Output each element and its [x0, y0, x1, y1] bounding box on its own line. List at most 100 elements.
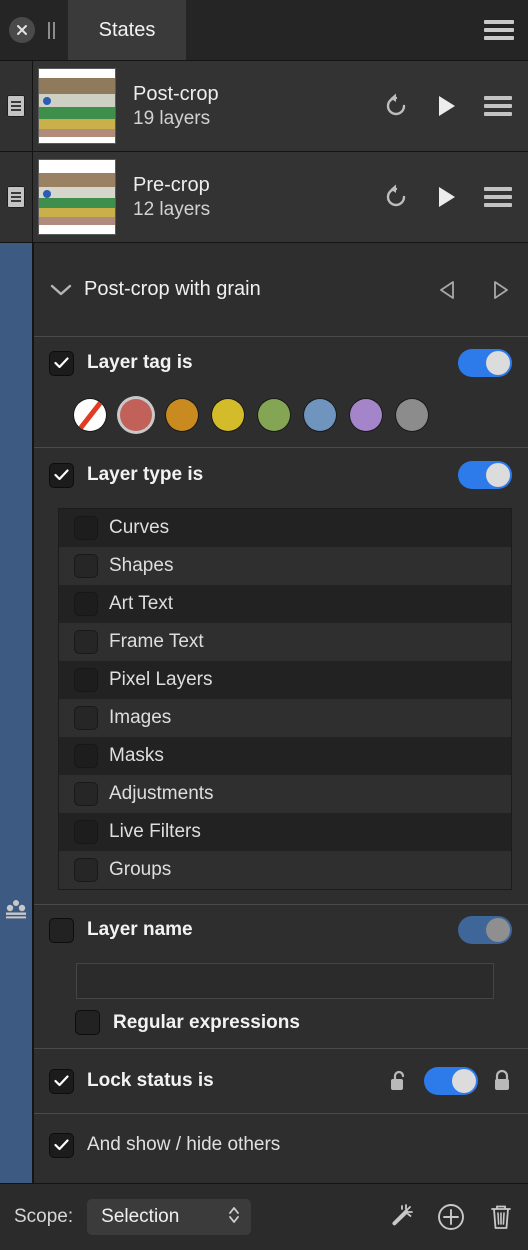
document-icon[interactable]	[7, 95, 25, 117]
list-item[interactable]: Groups	[59, 851, 511, 889]
stepper-updown-icon[interactable]	[227, 1203, 241, 1232]
layer-type-item-checkbox[interactable]	[75, 555, 97, 577]
play-icon[interactable]	[436, 185, 458, 209]
section-layer-name: Layer name Regular expressions	[34, 905, 528, 1049]
tab-states-label: States	[98, 18, 156, 41]
state-thumbnail	[39, 69, 115, 143]
trash-icon[interactable]	[488, 1202, 514, 1232]
states-panel: States Post-crop 19 layers Pre-crop 12 l…	[0, 0, 528, 1250]
lock-icon[interactable]	[492, 1069, 512, 1093]
tag-swatch-none[interactable]	[74, 399, 106, 431]
layer-type-item-checkbox[interactable]	[75, 707, 97, 729]
list-item-label: Shapes	[109, 555, 174, 576]
tag-swatch-green[interactable]	[258, 399, 290, 431]
filter-panel: Post-crop with grain Layer tag is Layer …	[33, 243, 528, 1183]
list-item[interactable]: Images	[59, 699, 511, 737]
hamburger-menu-icon[interactable]	[484, 96, 512, 116]
tag-swatch-purple[interactable]	[350, 399, 382, 431]
list-item[interactable]: Pixel Layers	[59, 661, 511, 699]
footer-actions	[386, 1202, 514, 1232]
state-title: Pre-crop	[133, 174, 210, 196]
panel-body: Post-crop with grain Layer tag is Layer …	[0, 243, 528, 1183]
layer-type-list: Curves Shapes Art Text Frame Text Pixel …	[58, 508, 512, 890]
regex-row: Regular expressions	[50, 1007, 512, 1048]
list-item-label: Pixel Layers	[109, 669, 213, 690]
list-item[interactable]: Shapes	[59, 547, 511, 585]
pause-grip-icon[interactable]	[48, 21, 55, 39]
hamburger-menu-icon[interactable]	[484, 187, 512, 207]
plus-circle-icon[interactable]	[436, 1202, 466, 1232]
section-layer-tag: Layer tag is	[34, 337, 528, 448]
tab-states[interactable]: States	[68, 0, 186, 60]
hamburger-menu-icon[interactable]	[484, 20, 514, 40]
triangle-left-icon[interactable]	[436, 278, 460, 302]
scope-select[interactable]: Selection	[87, 1199, 252, 1235]
people-group-icon[interactable]	[5, 898, 27, 925]
state-actions	[382, 92, 512, 120]
restore-arrow-icon[interactable]	[382, 183, 410, 211]
layer-type-toggle[interactable]	[458, 461, 512, 489]
magic-wand-icon[interactable]	[386, 1203, 414, 1231]
title-bar: States	[0, 0, 528, 61]
layer-type-item-checkbox[interactable]	[75, 631, 97, 653]
list-item[interactable]: Art Text	[59, 585, 511, 623]
unlock-icon[interactable]	[388, 1069, 410, 1093]
left-rail	[0, 243, 33, 1183]
lock-status-toggle[interactable]	[424, 1067, 478, 1095]
lock-status-controls	[388, 1067, 512, 1095]
layer-tag-toggle[interactable]	[458, 349, 512, 377]
layer-type-item-checkbox[interactable]	[75, 783, 97, 805]
play-icon[interactable]	[436, 94, 458, 118]
show-hide-others-label: And show / hide others	[87, 1134, 281, 1155]
list-item-label: Curves	[109, 517, 170, 538]
list-item[interactable]: Frame Text	[59, 623, 511, 661]
list-item[interactable]: Adjustments	[59, 775, 511, 813]
state-row[interactable]: Post-crop 19 layers	[0, 61, 528, 152]
section-lock-status: Lock status is	[34, 1049, 528, 1114]
list-item-label: Images	[109, 707, 172, 728]
layer-type-item-checkbox[interactable]	[75, 821, 97, 843]
layer-tag-label: Layer tag is	[87, 352, 193, 373]
layer-type-label: Layer type is	[87, 464, 204, 485]
tag-swatch-gray[interactable]	[396, 399, 428, 431]
tag-swatch-blue[interactable]	[304, 399, 336, 431]
regular-expressions-checkbox[interactable]	[76, 1011, 99, 1034]
state-title: Post-crop	[133, 83, 219, 105]
layer-type-item-checkbox[interactable]	[75, 517, 97, 539]
show-hide-others-checkbox[interactable]	[50, 1133, 73, 1157]
state-text: Pre-crop 12 layers	[133, 175, 382, 219]
state-rail	[0, 152, 33, 242]
lock-status-checkbox[interactable]	[50, 1069, 73, 1093]
layer-type-item-checkbox[interactable]	[75, 859, 97, 881]
layer-name-toggle[interactable]	[458, 916, 512, 944]
scope-select-value: Selection	[101, 1206, 180, 1227]
tag-swatch-yellow[interactable]	[212, 399, 244, 431]
layer-tag-checkbox[interactable]	[50, 351, 73, 375]
tag-swatch-list	[50, 389, 512, 447]
layer-name-input[interactable]	[76, 963, 494, 999]
list-item-label: Masks	[109, 745, 164, 766]
layer-name-row: Layer name	[50, 905, 512, 955]
lock-status-label: Lock status is	[87, 1070, 214, 1091]
layer-type-item-checkbox[interactable]	[75, 593, 97, 615]
list-item[interactable]: Curves	[59, 509, 511, 547]
list-item[interactable]: Live Filters	[59, 813, 511, 851]
chevron-down-icon[interactable]	[50, 283, 72, 297]
list-item-label: Groups	[109, 859, 172, 880]
triangle-right-icon[interactable]	[488, 278, 512, 302]
document-icon[interactable]	[7, 186, 25, 208]
tag-swatch-orange[interactable]	[166, 399, 198, 431]
list-item[interactable]: Masks	[59, 737, 511, 775]
layer-type-checkbox[interactable]	[50, 463, 73, 487]
layer-name-checkbox[interactable]	[50, 918, 73, 942]
restore-arrow-icon[interactable]	[382, 92, 410, 120]
state-subtitle: 19 layers	[133, 108, 211, 129]
section-layer-type: Layer type is Curves Shapes Art Text Fra…	[34, 448, 528, 905]
state-row[interactable]: Pre-crop 12 layers	[0, 152, 528, 243]
layer-type-item-checkbox[interactable]	[75, 745, 97, 767]
layer-type-item-checkbox[interactable]	[75, 669, 97, 691]
state-actions	[382, 183, 512, 211]
close-circle-icon[interactable]	[9, 17, 35, 43]
list-item-label: Live Filters	[109, 821, 201, 842]
tag-swatch-red[interactable]	[120, 399, 152, 431]
